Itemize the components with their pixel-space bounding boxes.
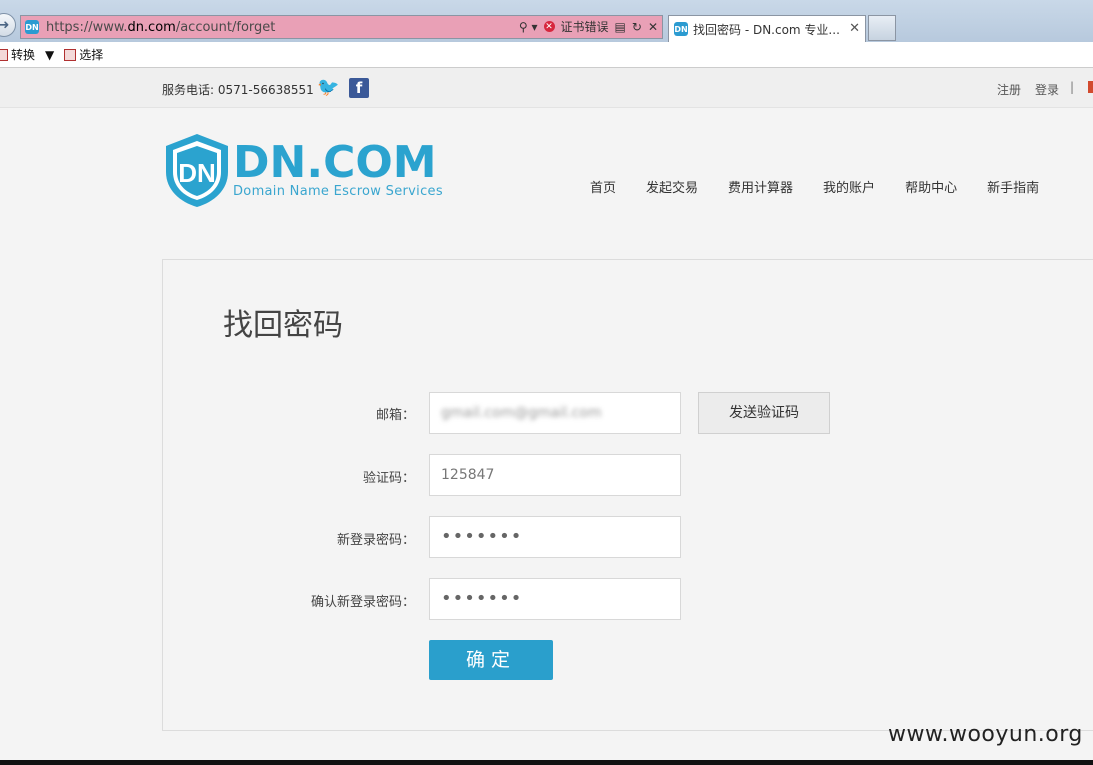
- convert-button[interactable]: 转换: [0, 46, 35, 63]
- tab-close-icon[interactable]: ✕: [849, 21, 860, 36]
- browser-toolbar: 转换 ▼ 选择: [0, 42, 1093, 68]
- confirm-password-field[interactable]: •••••••: [429, 578, 681, 620]
- pdf-icon: [0, 48, 8, 61]
- forgot-password-panel: 找回密码 邮箱： gmail.com@gmail.com 发送验证码 验证码： …: [162, 259, 1093, 731]
- nav-my-account[interactable]: 我的账户: [823, 177, 875, 196]
- service-phone: 服务电话: 0571-56638551: [162, 83, 314, 97]
- twitter-icon[interactable]: 🐦: [317, 78, 339, 98]
- nav-help-center[interactable]: 帮助中心: [905, 177, 957, 196]
- tab-title: 找回密码 - DN.com 专业...: [693, 22, 840, 37]
- email-label: 邮箱：: [375, 408, 415, 423]
- register-link[interactable]: 注册: [997, 81, 1021, 98]
- site-favicon-icon: DN: [25, 20, 39, 34]
- refresh-icon[interactable]: ↻: [632, 20, 642, 34]
- dn-logo-icon[interactable]: DN: [162, 132, 232, 208]
- select-label: 选择: [79, 48, 104, 62]
- logo-name[interactable]: DN.COM: [233, 141, 437, 185]
- address-bar[interactable]: DN https://www.dn.com/account/forget ⚲ ▾…: [20, 15, 663, 39]
- new-password-field[interactable]: •••••••: [429, 516, 681, 558]
- svg-text:DN: DN: [178, 158, 216, 188]
- bottom-border: [0, 760, 1093, 765]
- site-topbar: 服务电话: 0571-56638551 🐦 f 注册 登录 |: [0, 68, 1093, 108]
- cert-error-label[interactable]: 证书错误: [561, 18, 609, 35]
- email-field[interactable]: gmail.com@gmail.com: [429, 392, 681, 434]
- search-icon[interactable]: ⚲ ▾: [519, 20, 538, 34]
- compat-icon[interactable]: ▤: [615, 20, 626, 34]
- send-code-button[interactable]: 发送验证码: [698, 392, 830, 434]
- nav-fee-calculator[interactable]: 费用计算器: [728, 177, 793, 196]
- new-tab-button[interactable]: [868, 15, 896, 41]
- watermark: www.wooyun.org: [888, 722, 1083, 747]
- confirm-password-label: 确认新登录密码：: [310, 595, 415, 610]
- new-password-label: 新登录密码：: [336, 533, 415, 548]
- select-icon: [64, 48, 77, 61]
- url-text: https://www.dn.com/account/forget: [46, 19, 276, 35]
- convert-dropdown-icon[interactable]: ▼: [45, 48, 54, 62]
- main-nav: 首页 发起交易 费用计算器 我的账户 帮助中心 新手指南: [590, 177, 1069, 196]
- nav-start-trade[interactable]: 发起交易: [646, 177, 698, 196]
- code-field[interactable]: 125847: [429, 454, 681, 496]
- logo-tagline: Domain Name Escrow Services: [233, 184, 443, 199]
- topbar-separator: |: [1070, 80, 1075, 94]
- confirm-button[interactable]: 确定: [429, 640, 553, 680]
- stop-icon[interactable]: ✕: [648, 20, 658, 34]
- facebook-icon[interactable]: f: [349, 78, 369, 98]
- convert-label: 转换: [11, 48, 36, 62]
- code-label: 验证码：: [362, 471, 415, 486]
- tab-favicon-icon: DN: [674, 22, 688, 36]
- browser-tab[interactable]: DN 找回密码 - DN.com 专业... ✕: [668, 15, 866, 42]
- flag-icon[interactable]: [1088, 81, 1093, 93]
- page-title: 找回密码: [223, 308, 343, 343]
- select-button[interactable]: 选择: [64, 46, 103, 63]
- nav-beginner-guide[interactable]: 新手指南: [987, 177, 1039, 196]
- login-link[interactable]: 登录: [1035, 81, 1059, 98]
- cert-error-icon[interactable]: ✕: [543, 21, 555, 32]
- email-value: gmail.com@gmail.com: [441, 405, 602, 421]
- address-tools: ⚲ ▾ ✕ 证书错误 ▤ ↻ ✕: [519, 18, 658, 35]
- browser-chrome: ➜ DN https://www.dn.com/account/forget ⚲…: [0, 0, 1093, 68]
- nav-home[interactable]: 首页: [590, 177, 616, 196]
